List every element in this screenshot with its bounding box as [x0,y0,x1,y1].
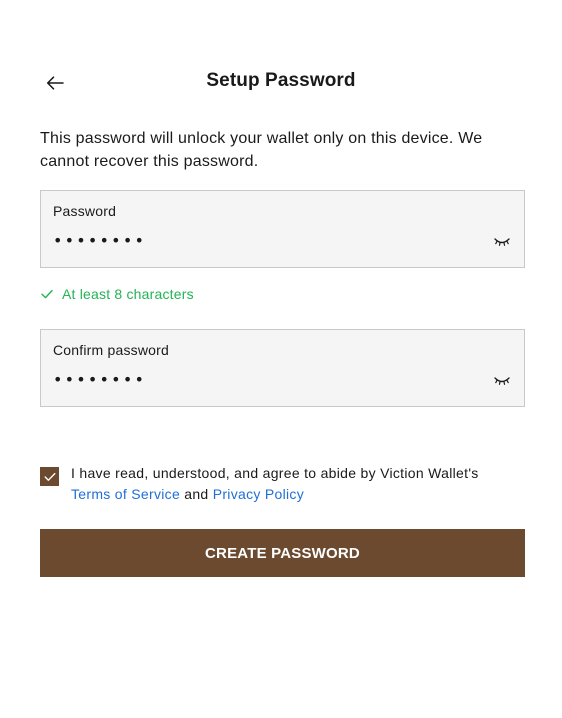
password-requirement-hint: At least 8 characters [40,286,194,302]
password-field[interactable]: Password [40,190,525,268]
confirm-password-field[interactable]: Confirm password [40,329,525,407]
agreement-text-between: and [180,486,213,502]
agreement-text-before: I have read, understood, and agree to ab… [71,465,479,481]
password-label: Password [53,203,117,219]
setup-password-screen: Setup Password This password will unlock… [0,0,562,718]
password-visibility-toggle[interactable] [492,235,512,249]
password-input[interactable] [53,231,473,250]
confirm-visibility-toggle[interactable] [492,374,512,388]
checkmark-icon [44,472,55,481]
agreement-text: I have read, understood, and agree to ab… [71,463,491,505]
page-title: Setup Password [206,70,356,91]
hint-text: At least 8 characters [62,286,194,302]
header: Setup Password [0,62,562,102]
description-text: This password will unlock your wallet on… [40,130,483,170]
confirm-password-input[interactable] [53,370,473,389]
check-icon [41,289,53,299]
privacy-policy-link[interactable]: Privacy Policy [213,486,304,502]
confirm-password-label: Confirm password [53,342,170,358]
eye-closed-icon [494,377,510,385]
create-password-button[interactable]: CREATE PASSWORD [40,529,525,577]
eye-closed-icon [494,238,510,246]
agree-checkbox[interactable] [40,467,59,486]
terms-of-service-link[interactable]: Terms of Service [71,486,180,502]
